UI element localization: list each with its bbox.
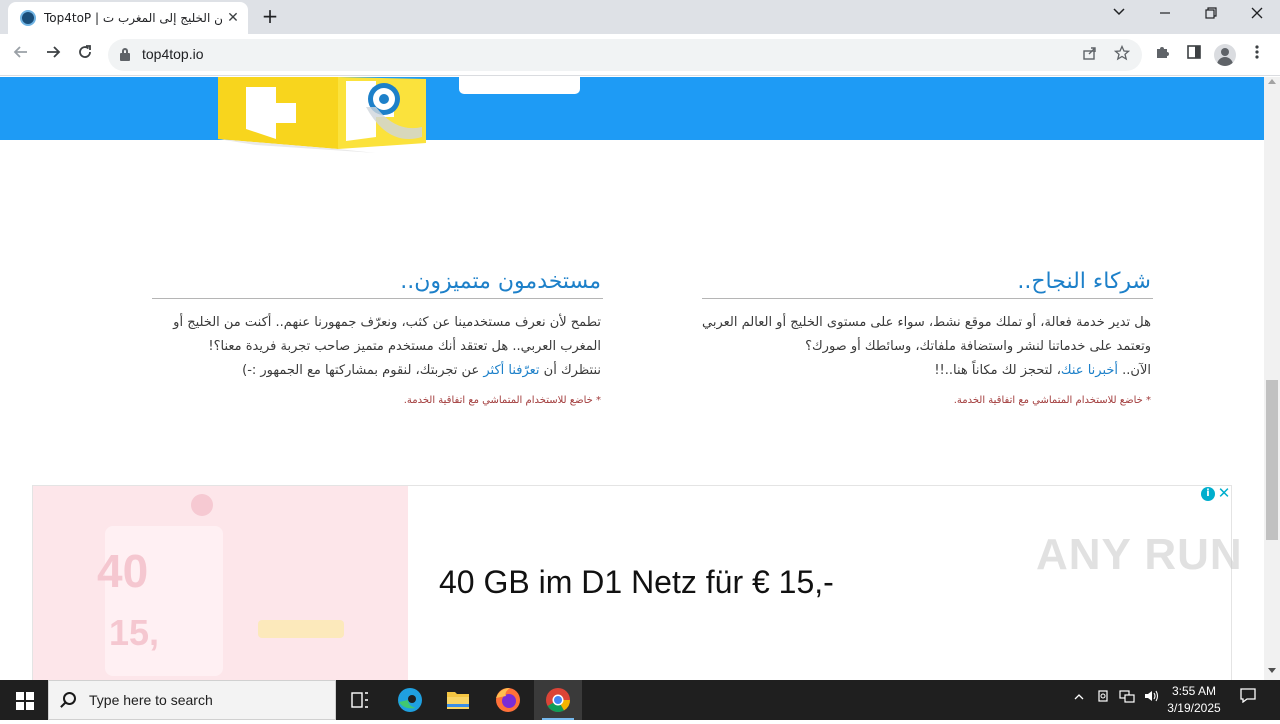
page-viewport: شركاء النجاح.. هل تدير خدمة فعالة، أو تم… bbox=[0, 77, 1264, 680]
restore-button[interactable] bbox=[1188, 0, 1234, 32]
ad-headline[interactable]: 40 GB im D1 Netz für € 15,- bbox=[439, 564, 834, 601]
device-icon[interactable] bbox=[1092, 680, 1114, 720]
scroll-down-arrow-icon[interactable] bbox=[1268, 668, 1276, 673]
browser-toolbar: top4top.io bbox=[0, 34, 1280, 76]
tab-strip: Top4toP | من الخليج إلى المغرب ت ✕ + bbox=[0, 0, 1280, 34]
url-text[interactable]: top4top.io bbox=[142, 46, 204, 62]
search-icon bbox=[63, 692, 76, 705]
reload-button[interactable] bbox=[72, 42, 98, 68]
side-panel-icon[interactable] bbox=[1181, 42, 1207, 68]
tab-close-icon[interactable]: ✕ bbox=[224, 9, 242, 27]
featured-users-section: مستخدمون متميزون.. تطمح لأن نعرف مستخدمي… bbox=[152, 265, 603, 406]
start-button[interactable] bbox=[0, 680, 48, 720]
paragraph-line: ننتظرك أن تعرّفنا أكثر عن تجربتك، لنقوم … bbox=[152, 359, 601, 383]
paragraph-line: هل تدير خدمة فعالة، أو تملك موقع نشط، سو… bbox=[702, 315, 1151, 330]
volume-icon[interactable] bbox=[1140, 680, 1162, 720]
scroll-up-arrow-icon[interactable] bbox=[1268, 79, 1276, 84]
terms-note: * خاضع للاستخدام المتماشي مع اتفاقية الخ… bbox=[403, 395, 601, 406]
windows-taskbar: Type here to search 3:55 AM 3/19/2025 bbox=[0, 680, 1280, 720]
text-span: ننتظرك أن bbox=[539, 363, 601, 378]
featured-users-heading: مستخدمون متميزون.. bbox=[152, 265, 603, 299]
menu-kebab-icon[interactable] bbox=[1244, 42, 1270, 68]
tell-us-link[interactable]: أخبرنا عنك bbox=[1061, 363, 1118, 378]
clock-time: 3:55 AM bbox=[1171, 684, 1217, 698]
tab-search-dropdown-icon[interactable] bbox=[1096, 0, 1142, 32]
ad-info-icon[interactable]: i bbox=[1201, 487, 1215, 501]
text-span: عن تجربتك، لنقوم بمشاركتها مع الجمهور :-… bbox=[242, 363, 484, 378]
lock-icon[interactable] bbox=[120, 48, 130, 61]
taskbar-clock[interactable]: 3:55 AM 3/19/2025 bbox=[1162, 683, 1226, 717]
close-window-button[interactable] bbox=[1234, 0, 1280, 32]
site-favicon-icon bbox=[20, 10, 36, 26]
task-view-icon[interactable] bbox=[336, 680, 384, 720]
taskbar-search-box[interactable]: Type here to search bbox=[48, 680, 336, 720]
terms-note: * خاضع للاستخدام المتماشي مع اتفاقية الخ… bbox=[953, 395, 1151, 406]
featured-users-text: تطمح لأن نعرف مستخدمينا عن كثب، ونعرّف ج… bbox=[152, 311, 603, 383]
anyrun-watermark: ANY RUN bbox=[1036, 530, 1243, 579]
ad-brand-logo bbox=[191, 494, 213, 516]
forward-button[interactable] bbox=[40, 42, 66, 68]
notifications-icon[interactable] bbox=[1234, 680, 1262, 720]
profile-avatar-icon[interactable] bbox=[1214, 44, 1236, 66]
hero-cta-button[interactable] bbox=[459, 77, 580, 94]
product-box-illustration bbox=[216, 77, 426, 167]
paragraph-line: الآن.. أخبرنا عنك، لتحجز لك مكاناً هنا..… bbox=[702, 359, 1151, 383]
success-partners-text: هل تدير خدمة فعالة، أو تملك موقع نشط، سو… bbox=[702, 311, 1153, 383]
success-partners-section: شركاء النجاح.. هل تدير خدمة فعالة، أو تم… bbox=[702, 265, 1153, 406]
ad-image[interactable]: 40 15, bbox=[33, 486, 408, 680]
text-span: الآن.. bbox=[1118, 363, 1151, 378]
tab-title: Top4toP | من الخليج إلى المغرب ت bbox=[44, 11, 222, 25]
paragraph-line: وتعتمد على خدماتنا لنشر واستضافة ملفاتك،… bbox=[805, 339, 1151, 354]
hero-banner bbox=[0, 77, 1264, 140]
browser-tab[interactable]: Top4toP | من الخليج إلى المغرب ت ✕ bbox=[8, 2, 248, 34]
network-icon[interactable] bbox=[1116, 680, 1138, 720]
minimize-button[interactable] bbox=[1142, 0, 1188, 32]
new-tab-button[interactable]: + bbox=[258, 5, 282, 29]
ad-close-icon[interactable]: ✕ bbox=[1217, 485, 1231, 501]
ad-image-pill bbox=[258, 620, 344, 638]
ad-image-gb-text: 40 bbox=[97, 545, 149, 597]
ad-image-price-text: 15, bbox=[109, 612, 160, 653]
advertisement-banner[interactable]: 40 15, 40 GB im D1 Netz für € 15,- i ✕ bbox=[32, 485, 1232, 680]
clock-date: 3/19/2025 bbox=[1167, 701, 1221, 715]
show-hidden-icons-chevron-icon[interactable] bbox=[1068, 680, 1090, 720]
share-icon[interactable] bbox=[1080, 45, 1100, 65]
page-scrollbar[interactable] bbox=[1264, 77, 1280, 680]
chrome-icon[interactable] bbox=[534, 680, 582, 720]
file-explorer-icon[interactable] bbox=[434, 680, 482, 720]
paragraph-line: المغرب العربي.. هل تعتقد أنك مستخدم متمي… bbox=[208, 339, 601, 354]
bookmark-star-icon[interactable] bbox=[1112, 44, 1132, 65]
windows-logo-icon bbox=[16, 692, 24, 700]
firefox-icon[interactable] bbox=[484, 680, 532, 720]
search-placeholder[interactable]: Type here to search bbox=[89, 692, 213, 708]
scrollbar-thumb[interactable] bbox=[1266, 380, 1278, 540]
address-bar[interactable]: top4top.io bbox=[108, 39, 1142, 71]
extensions-puzzle-icon[interactable] bbox=[1149, 42, 1175, 68]
know-us-more-link[interactable]: تعرّفنا أكثر bbox=[483, 363, 539, 378]
success-partners-heading: شركاء النجاح.. bbox=[702, 265, 1153, 299]
back-button[interactable] bbox=[8, 42, 34, 68]
text-span: ، لتحجز لك مكاناً هنا..!! bbox=[934, 363, 1061, 378]
edge-browser-icon[interactable] bbox=[386, 680, 434, 720]
paragraph-line: تطمح لأن نعرف مستخدمينا عن كثب، ونعرّف ج… bbox=[173, 315, 601, 330]
